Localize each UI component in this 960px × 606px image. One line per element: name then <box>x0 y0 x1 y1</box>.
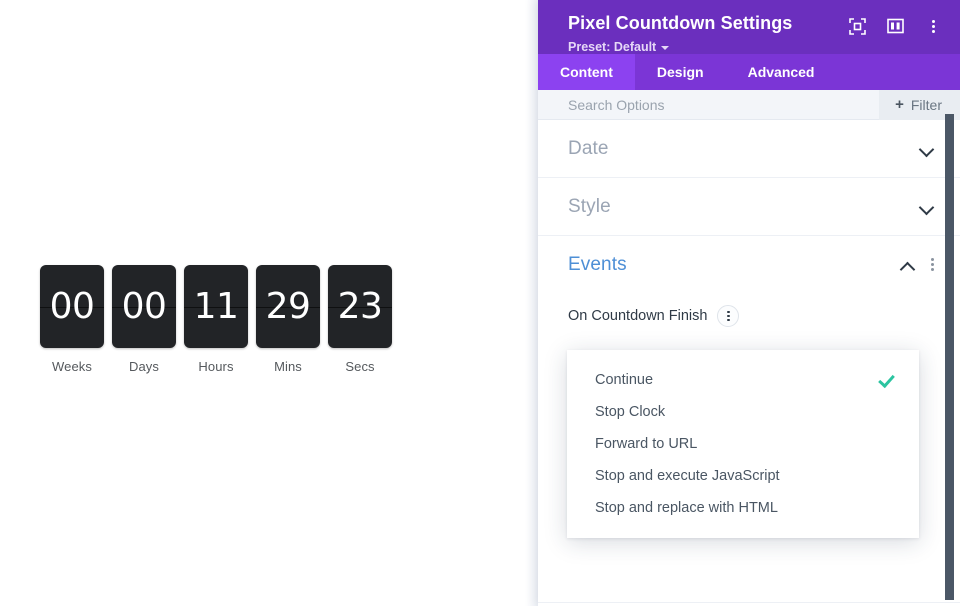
split-view-icon[interactable] <box>886 17 904 35</box>
check-icon <box>881 372 897 388</box>
expand-view-icon[interactable] <box>848 17 866 35</box>
preset-label: Preset: Default <box>568 39 657 54</box>
chevron-up-icon <box>901 261 915 270</box>
check-icon <box>881 468 897 484</box>
chevron-down-icon <box>661 45 670 50</box>
countdown-value: 00 <box>49 285 95 327</box>
dropdown-option-stop-clock[interactable]: Stop Clock <box>567 396 919 428</box>
countdown-tile: 23 <box>328 265 392 348</box>
countdown-tile: 29 <box>256 265 320 348</box>
countdown-tile: 11 <box>184 265 248 348</box>
tab-advanced[interactable]: Advanced <box>726 54 837 90</box>
section-admin-label[interactable]: Admin Label <box>538 602 960 606</box>
section-title: Events <box>568 254 627 275</box>
panel-edge-shadow <box>525 0 538 606</box>
countdown-tile: 00 <box>112 265 176 348</box>
countdown-unit-days: 00 Days <box>112 265 176 374</box>
chevron-down-icon <box>920 202 934 211</box>
dropdown-option-label: Stop Clock <box>595 404 666 420</box>
search-input[interactable] <box>568 96 880 113</box>
countdown-unit-secs: 23 Secs <box>328 265 392 374</box>
countdown-value: 11 <box>193 285 239 327</box>
section-date[interactable]: Date <box>538 120 960 178</box>
admin-label-section-wrap: Admin Label <box>538 602 960 606</box>
countdown-tile: 00 <box>40 265 104 348</box>
countdown-label: Mins <box>274 359 302 374</box>
countdown-value: 23 <box>337 285 383 327</box>
search-row: + Filter <box>538 89 960 120</box>
dropdown-option-label: Stop and execute JavaScript <box>595 468 780 484</box>
chevron-down-icon <box>920 144 934 153</box>
tab-content[interactable]: Content <box>538 54 635 90</box>
countdown-label: Hours <box>198 359 234 374</box>
section-events[interactable]: Events <box>538 236 960 294</box>
dropdown-option-label: Forward to URL <box>595 436 698 452</box>
kebab-dots <box>931 19 935 33</box>
countdown-unit-hours: 11 Hours <box>184 265 248 374</box>
section-title: Style <box>568 195 611 217</box>
field-label: On Countdown Finish <box>568 308 708 324</box>
dropdown-option-label: Stop and replace with HTML <box>595 500 778 516</box>
check-icon <box>881 500 897 516</box>
panel-tabs: Content Design Advanced <box>538 54 960 90</box>
section-title: Date <box>568 137 609 159</box>
section-options-icon[interactable] <box>931 257 934 273</box>
countdown-timer-widget: 00 Weeks 00 Days 11 Hours 29 Mins 23 Sec… <box>40 265 392 374</box>
filter-button-label: Filter <box>910 96 942 113</box>
events-section-content: On Countdown Finish <box>538 294 960 330</box>
countdown-value: 00 <box>121 285 167 327</box>
countdown-label: Days <box>128 359 160 374</box>
panel-header: Pixel Countdown Settings Preset: Default <box>538 0 960 54</box>
dropdown-option-forward-to-url[interactable]: Forward to URL <box>567 428 919 460</box>
panel-scrollbar[interactable] <box>945 114 954 600</box>
on-countdown-finish-field: On Countdown Finish <box>568 302 930 330</box>
check-icon <box>881 404 897 420</box>
dropdown-option-continue[interactable]: Continue <box>567 364 919 396</box>
more-options-icon[interactable] <box>924 17 942 35</box>
tab-design[interactable]: Design <box>635 54 726 90</box>
plus-icon: + <box>895 96 904 113</box>
dropdown-option-stop-and-execute-javascript[interactable]: Stop and execute JavaScript <box>567 460 919 492</box>
on-countdown-finish-dropdown: Continue Stop Clock Forward to URL Stop … <box>567 350 919 538</box>
field-options-icon[interactable] <box>717 305 740 327</box>
countdown-value: 29 <box>265 285 311 327</box>
header-icon-group <box>848 17 942 35</box>
countdown-unit-mins: 29 Mins <box>256 265 320 374</box>
check-icon <box>881 436 897 452</box>
section-style[interactable]: Style <box>538 178 960 236</box>
countdown-label: Weeks <box>52 359 92 374</box>
dropdown-option-stop-and-replace-with-html[interactable]: Stop and replace with HTML <box>567 492 919 524</box>
countdown-unit-weeks: 00 Weeks <box>40 265 104 374</box>
dropdown-option-label: Continue <box>595 372 654 388</box>
countdown-label: Secs <box>345 359 375 374</box>
preset-selector[interactable]: Preset: Default <box>568 40 938 54</box>
preview-canvas: 00 Weeks 00 Days 11 Hours 29 Mins 23 Sec… <box>0 0 525 606</box>
